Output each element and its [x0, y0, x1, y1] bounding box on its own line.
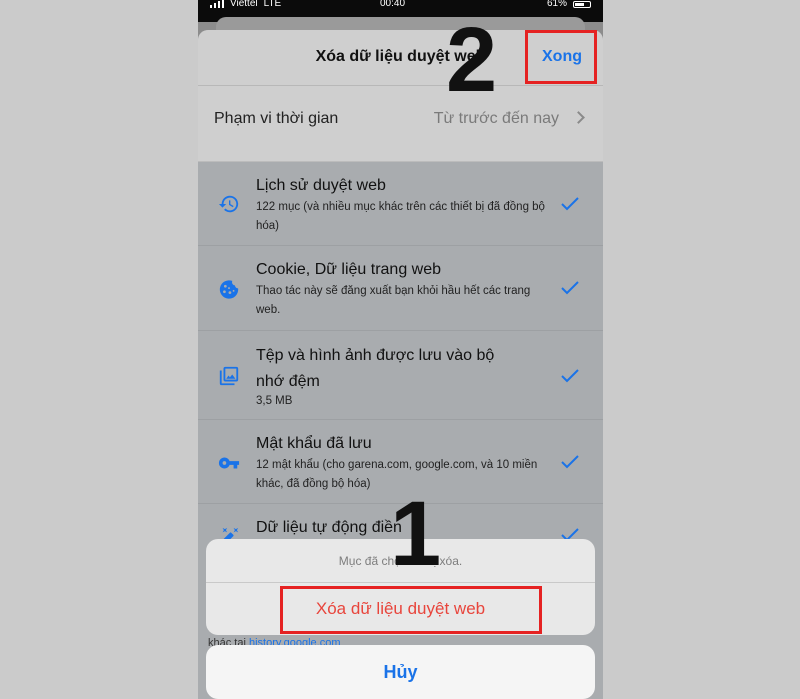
carrier-label: Viettel [230, 0, 258, 9]
list-item-history[interactable]: Lịch sử duyệt web 122 mục (và nhiều mục … [198, 162, 603, 246]
checkmark-icon [561, 455, 579, 469]
status-left: Viettel LTE [210, 0, 282, 9]
status-time: 00:40 [380, 0, 406, 9]
image-icon [219, 366, 239, 386]
cookie-icon [219, 280, 239, 299]
highlight-done-box [525, 30, 597, 84]
time-range-value: Từ trước đến nay [433, 110, 559, 127]
time-range-label: Phạm vi thời gian [214, 110, 339, 127]
time-range-row[interactable]: Phạm vi thời gian Từ trước đến nay [198, 86, 603, 162]
battery-icon [573, 0, 591, 8]
status-right: 61% [546, 0, 591, 9]
checkmark-icon [561, 281, 579, 295]
item-description: Thao tác này sẽ đăng xuất bạn khỏi hầu h… [256, 285, 531, 316]
highlight-clear-box [280, 586, 542, 634]
key-icon [218, 457, 240, 469]
item-title: Lịch sử duyệt web [256, 177, 386, 194]
network-label: LTE [263, 0, 282, 9]
chevron-right-icon [572, 111, 585, 124]
list-item-cookies[interactable]: Cookie, Dữ liệu trang web Thao tác này s… [198, 246, 603, 331]
item-title: Cookie, Dữ liệu trang web [256, 261, 442, 278]
item-title: Tệp và hình ảnh được lưu vào bộ nhớ đệm [256, 347, 495, 390]
checkmark-icon [561, 369, 579, 383]
item-description: 122 mục (và nhiều mục khác trên các thiế… [256, 201, 545, 232]
item-description: 3,5 MB [256, 395, 293, 407]
history-icon [218, 195, 239, 213]
list-item-cache[interactable]: Tệp và hình ảnh được lưu vào bộ nhớ đệm … [198, 331, 603, 420]
battery-percent: 61% [546, 0, 567, 9]
step-2-label: 2 [446, 9, 498, 111]
cancel-button[interactable]: Hủy [206, 645, 595, 699]
checkmark-icon [561, 197, 579, 211]
item-title: Mật khẩu đã lưu [256, 435, 372, 452]
signal-icon [210, 0, 224, 8]
step-1-label: 1 [390, 483, 442, 585]
